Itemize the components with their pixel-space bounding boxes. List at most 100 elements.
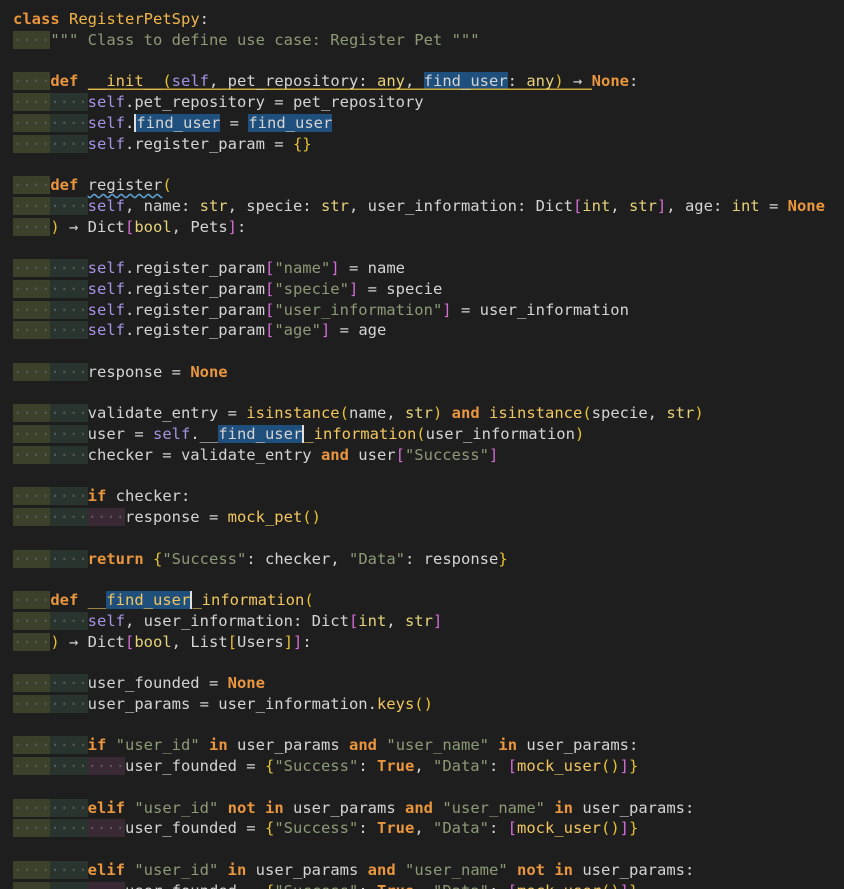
code-token: [ — [507, 819, 517, 838]
code-line[interactable]: ········self.register_param["user_inform… — [0, 300, 844, 321]
code-token: , — [404, 72, 424, 91]
code-line[interactable]: ········user = self.__find_user _informat… — [0, 424, 844, 445]
indent-guide: ···· — [50, 362, 88, 381]
code-line[interactable]: ········self, name: str, specie: str, us… — [0, 196, 844, 217]
code-token: int — [358, 611, 387, 630]
code-token: self — [87, 611, 125, 630]
code-token: ( — [304, 591, 314, 609]
code-token: , — [414, 882, 433, 889]
code-line[interactable]: ········self.register_param["specie"] = … — [0, 279, 844, 300]
indent-guide: ···· — [13, 694, 51, 713]
code-token: checker: — [106, 487, 191, 506]
code-line[interactable] — [0, 51, 844, 72]
code-line[interactable]: ····) → Dict[bool, Pets]: — [0, 217, 844, 238]
indent-guide: ···· — [50, 611, 88, 630]
code-token: : — [358, 882, 377, 889]
code-token: user = — [87, 425, 153, 443]
code-line[interactable] — [0, 652, 844, 673]
code-token: Users — [237, 632, 284, 651]
code-token: ] — [656, 196, 667, 215]
code-token: ] — [619, 757, 630, 775]
indent-guide: ···· — [50, 736, 88, 755]
code-line[interactable]: ····) → Dict[bool, List[Users]]: — [0, 632, 844, 653]
code-token: name, — [348, 404, 405, 423]
code-line[interactable]: ········self.register_param["age"] = age — [0, 320, 844, 341]
code-token: self — [87, 259, 125, 277]
indent-guide: ···· — [13, 611, 51, 630]
code-token: : — [488, 757, 508, 775]
code-line[interactable] — [0, 715, 844, 736]
code-line[interactable]: ····def __init__(self, pet_repository: a… — [0, 71, 844, 92]
code-token: } — [629, 757, 639, 775]
code-line[interactable]: ············user_founded = {"Success": T… — [0, 881, 844, 889]
code-line[interactable] — [0, 237, 844, 258]
code-token: : — [488, 819, 508, 838]
code-token: __ — [87, 591, 107, 609]
code-token: .register_param — [124, 300, 265, 319]
code-line[interactable]: ····def __find_user _information( — [0, 590, 844, 611]
code-token: "user_id" — [134, 798, 219, 817]
code-line[interactable] — [0, 341, 844, 362]
code-line[interactable]: ········self. find_user = find_user — [0, 113, 844, 134]
indent-guide: ···· — [13, 259, 51, 277]
code-token: = specie — [358, 279, 443, 298]
code-line[interactable]: ········if checker: — [0, 486, 844, 507]
code-token: "name" — [274, 259, 331, 277]
code-token: "Data" — [432, 757, 489, 775]
code-line[interactable]: ········self.register_param = {} — [0, 134, 844, 155]
code-token: } — [629, 819, 639, 838]
code-editor[interactable]: class RegisterPetSpy: ····""" Class to de… — [0, 0, 844, 889]
code-token: , user_information: Dict — [348, 196, 573, 215]
indent-guide: ···· — [13, 134, 51, 153]
code-token: None — [787, 196, 825, 215]
code-line[interactable]: ········validate_entry = isinstance(name… — [0, 403, 844, 424]
code-token: [ — [395, 445, 405, 464]
code-token: } — [629, 882, 638, 889]
code-token: ] — [227, 217, 238, 236]
indent-guide: ···· — [50, 259, 88, 277]
code-token: self — [87, 134, 125, 153]
code-token: """ Class to define use case: Register P… — [50, 30, 480, 49]
code-line[interactable] — [0, 839, 844, 860]
code-line[interactable]: ········elif "user_id" in user_params an… — [0, 860, 844, 881]
code-token: True — [376, 819, 415, 838]
code-line[interactable] — [0, 383, 844, 404]
code-line[interactable]: ····""" Class to define use case: Regist… — [0, 30, 844, 51]
code-token: { — [153, 549, 163, 568]
code-line[interactable]: ········elif "user_id" not in user_param… — [0, 798, 844, 819]
code-line[interactable]: ········self.register_param["name"] = na… — [0, 258, 844, 279]
code-line[interactable]: ············user_founded = {"Success": T… — [0, 818, 844, 839]
indent-guide: ···· — [13, 798, 51, 817]
code-line[interactable]: ············user_founded = {"Success": T… — [0, 756, 844, 777]
code-line[interactable] — [0, 777, 844, 798]
code-token: bool — [134, 632, 172, 651]
code-token: self — [171, 72, 209, 91]
code-line[interactable]: ········self, user_information: Dict[int… — [0, 611, 844, 632]
code-token: in — [554, 798, 574, 817]
code-line[interactable]: ········user_params = user_information.k… — [0, 694, 844, 715]
code-token: None — [591, 72, 629, 91]
code-line[interactable]: ········response = None — [0, 362, 844, 383]
code-token: () — [601, 757, 620, 775]
code-line[interactable]: ········checker = validate_entry and use… — [0, 445, 844, 466]
code-token: "user_id" — [115, 736, 200, 755]
code-line[interactable]: ········if "user_id" in user_params and … — [0, 735, 844, 756]
code-line[interactable]: ········self.pet_repository = pet_reposi… — [0, 92, 844, 113]
code-line[interactable] — [0, 528, 844, 549]
code-line[interactable] — [0, 466, 844, 487]
code-token: ] — [348, 279, 359, 298]
code-line[interactable]: class RegisterPetSpy: — [0, 9, 844, 30]
code-line[interactable]: ········user_founded = None — [0, 673, 844, 694]
code-line[interactable] — [0, 154, 844, 175]
code-token: [ — [125, 217, 135, 236]
code-line[interactable]: ····def register( — [0, 175, 844, 196]
code-token: and — [367, 860, 396, 879]
code-line[interactable]: ············response = mock_pet() — [0, 507, 844, 528]
code-line[interactable]: ········return {"Success": checker, "Dat… — [0, 549, 844, 570]
indent-guide: ···· — [50, 694, 88, 713]
code-line[interactable] — [0, 569, 844, 590]
